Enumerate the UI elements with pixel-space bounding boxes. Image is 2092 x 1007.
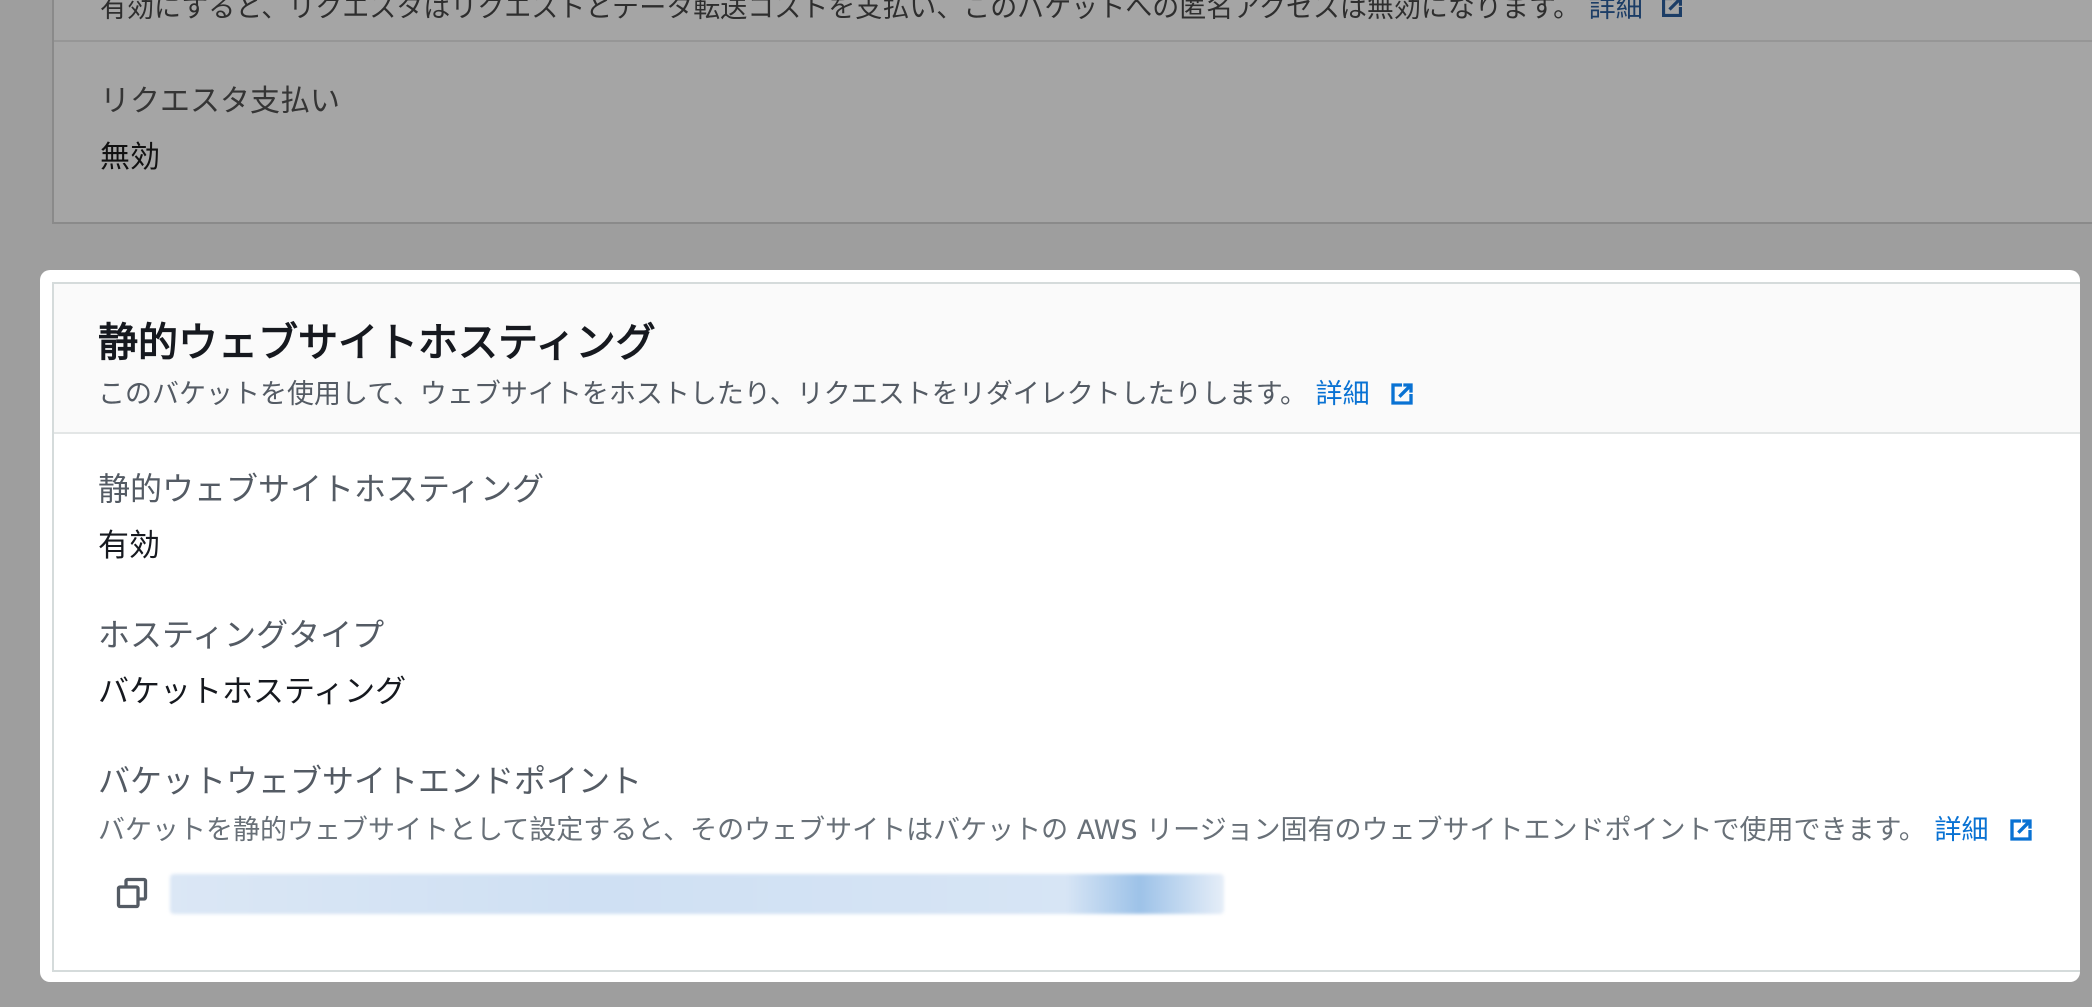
static-website-hosting-card: 静的ウェブサイトホスティング このバケットを使用して、ウェブサイトをホストしたり…: [40, 270, 2080, 982]
hosting-type-value: バケットホスティング: [98, 674, 407, 710]
card-description: このバケットを使用して、ウェブサイトをホストしたり、リクエストをリダイレクトした…: [98, 372, 1418, 411]
card-title: 静的ウェブサイトホスティング: [98, 320, 656, 366]
card-header: 静的ウェブサイトホスティング このバケットを使用して、ウェブサイトをホストしたり…: [54, 284, 2080, 434]
section-divider: [54, 40, 2092, 42]
hosting-status-value: 有効: [98, 528, 160, 564]
endpoint-learn-more-link[interactable]: 詳細: [1934, 815, 1988, 846]
external-link-icon[interactable]: [1657, 0, 1687, 22]
requester-pays-label: リクエスタ支払い: [100, 84, 340, 119]
static-website-hosting-container: 静的ウェブサイトホスティング このバケットを使用して、ウェブサイトをホストしたり…: [52, 282, 2080, 972]
requester-pays-section: 有効にすると、リクエスタはリクエストとデータ転送コストを支払い、このバケットへの…: [52, 0, 2092, 224]
hosting-status-label: 静的ウェブサイトホスティング: [98, 470, 545, 508]
requester-pays-learn-more-link[interactable]: 詳細: [1589, 0, 1643, 24]
endpoint-description: バケットを静的ウェブサイトとして設定すると、そのウェブサイトはバケットの AWS…: [98, 808, 2037, 847]
requester-pays-description: 有効にすると、リクエスタはリクエストとデータ転送コストを支払い、このバケットへの…: [100, 0, 1687, 25]
hosting-learn-more-link[interactable]: 詳細: [1316, 379, 1370, 410]
copy-icon[interactable]: [114, 875, 150, 911]
external-link-icon[interactable]: [1386, 378, 1418, 410]
endpoint-label: バケットウェブサイトエンドポイント: [98, 762, 643, 800]
hosting-type-label: ホスティングタイプ: [98, 616, 385, 654]
external-link-icon[interactable]: [2005, 814, 2037, 846]
website-endpoint-link[interactable]: [170, 874, 1224, 914]
requester-pays-value: 無効: [100, 140, 160, 175]
